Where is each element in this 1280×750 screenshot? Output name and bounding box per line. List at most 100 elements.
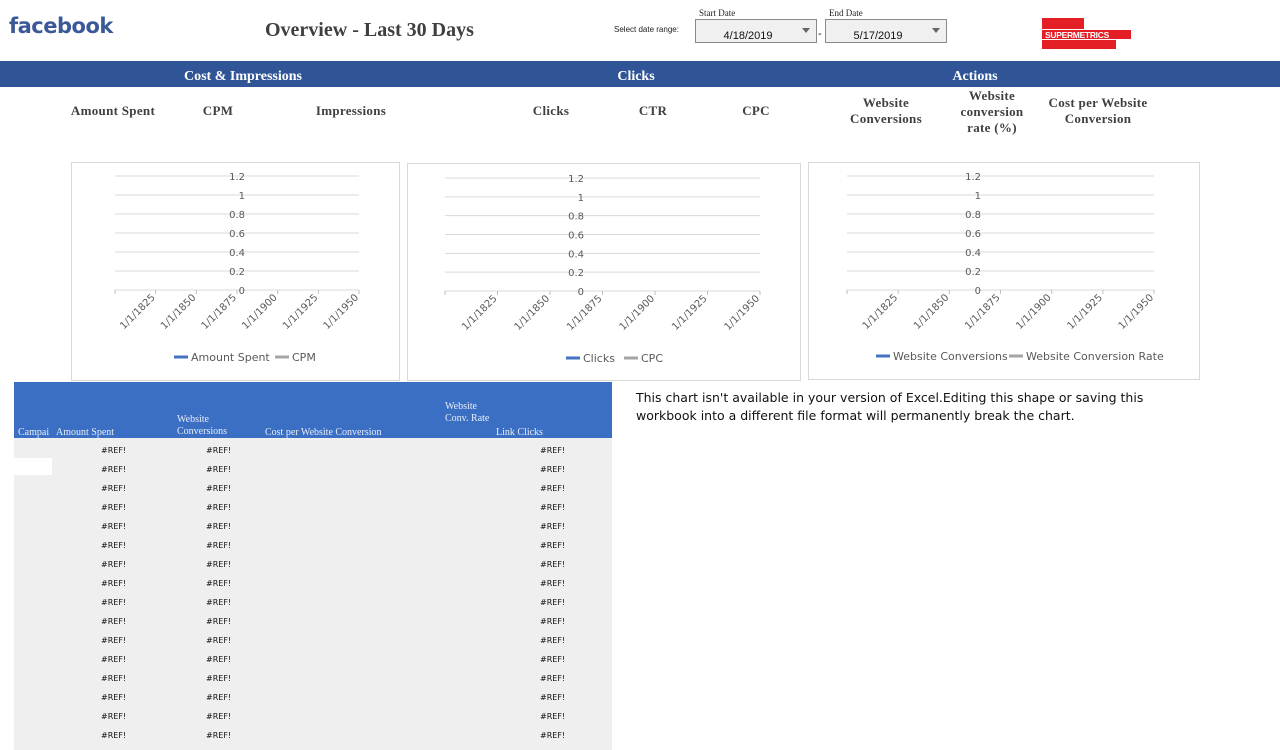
cell-link-clicks: #REF! <box>540 674 566 683</box>
x-tick-label: 1/1/1850 <box>912 292 952 332</box>
cell-link-clicks: #REF! <box>540 541 566 550</box>
legend-label: Website Conversion Rate <box>1026 350 1164 363</box>
cell-website-conversions: #REF! <box>206 617 232 626</box>
cell-website-conversions: #REF! <box>206 503 232 512</box>
cell-link-clicks: #REF! <box>540 655 566 664</box>
section-actions: Actions <box>952 69 998 84</box>
cell-amount-spent: #REF! <box>101 636 127 645</box>
cell-amount-spent: #REF! <box>101 712 127 721</box>
chevron-down-icon <box>932 28 940 33</box>
cell-website-conversions: #REF! <box>206 522 232 531</box>
cell-link-clicks: #REF! <box>540 617 566 626</box>
section-clicks: Clicks <box>617 69 655 84</box>
y-tick-label: 0 <box>239 286 245 297</box>
y-tick-label: 0 <box>975 286 981 297</box>
x-tick-label: 1/1/1950 <box>322 292 362 332</box>
y-tick-label: 1.2 <box>229 172 245 183</box>
cell-amount-spent: #REF! <box>101 693 127 702</box>
cell-website-conversions: #REF! <box>206 541 232 550</box>
cell-amount-spent: #REF! <box>101 731 127 740</box>
end-date-dropdown[interactable]: 5/17/2019 <box>825 19 947 43</box>
cell-website-conversions: #REF! <box>206 636 232 645</box>
x-tick-label: 1/1/1875 <box>200 292 240 332</box>
kpi-website-conversion-rate: Website conversion rate (%) <box>960 88 1024 135</box>
y-tick-label: 1 <box>975 191 981 202</box>
cell-link-clicks: #REF! <box>540 560 566 569</box>
chart-clicks[interactable]: 0 0.2 0.4 0.6 0.8 1 1.2 1/1/1825 1/1/1850 1/1/187… <box>407 163 801 381</box>
kpi-impressions: Impressions <box>315 103 387 118</box>
y-tick-label: 0.4 <box>568 249 584 260</box>
y-tick-label: 0.6 <box>568 231 584 242</box>
x-tick-label: 1/1/1875 <box>963 292 1003 332</box>
cell-website-conversions: #REF! <box>206 731 232 740</box>
cell-amount-spent: #REF! <box>101 560 127 569</box>
cell-website-conversions: #REF! <box>206 674 232 683</box>
y-tick-label: 0.4 <box>965 248 981 259</box>
x-tick-label: 1/1/1875 <box>565 293 605 333</box>
cell-link-clicks: #REF! <box>540 579 566 588</box>
x-tick-label: 1/1/1900 <box>240 292 280 332</box>
cell-website-conversions: #REF! <box>206 655 232 664</box>
supermetrics-logo: SUPERMETRICS <box>1042 18 1132 50</box>
x-tick-label: 1/1/1925 <box>281 292 321 332</box>
date-range-label: Select date range: <box>614 25 679 34</box>
cell-link-clicks: #REF! <box>540 522 566 531</box>
cell-website-conversions: #REF! <box>206 446 232 455</box>
cell-amount-spent: #REF! <box>101 541 127 550</box>
legend-label: Website Conversions <box>893 350 1008 363</box>
kpi-ctr: CTR <box>638 103 668 118</box>
y-tick-label: 0.8 <box>229 210 245 221</box>
cell-link-clicks: #REF! <box>540 712 566 721</box>
chevron-down-icon <box>802 28 810 33</box>
x-tick-label: 1/1/1900 <box>1014 292 1054 332</box>
chart-actions[interactable]: 0 0.2 0.4 0.6 0.8 1 1.2 1/1/1825 1/1/1850 1/1/187… <box>808 162 1200 380</box>
legend-label: CPM <box>292 351 316 364</box>
chart-unavailable-notice: This chart isn't available in your versi… <box>636 390 1144 423</box>
start-date-value: 4/18/2019 <box>723 30 773 42</box>
chart-svg: 0 0.2 0.4 0.6 0.8 1 1.2 1/1/1825 1/1/1850 1/1/187… <box>846 172 1164 363</box>
y-tick-label: 1 <box>239 191 245 202</box>
x-tick-label: 1/1/1850 <box>513 293 553 333</box>
kpi-clicks: Clicks <box>532 103 570 118</box>
kpi-cost-per-website-conversion: Cost per Website Conversion <box>1048 95 1148 126</box>
x-tick-label: 1/1/1925 <box>1065 292 1105 332</box>
x-tick-label: 1/1/1825 <box>460 293 500 333</box>
y-tick-label: 0.2 <box>568 268 584 279</box>
cell-website-conversions: #REF! <box>206 693 232 702</box>
y-tick-label: 0 <box>578 287 584 298</box>
cell-website-conversions: #REF! <box>206 484 232 493</box>
cell-amount-spent: #REF! <box>101 579 127 588</box>
col-website-conv-rate[interactable]: Website Conv. Rate <box>445 401 491 425</box>
start-date-caption: Start Date <box>699 8 736 18</box>
kpi-website-conversions: Website Conversions <box>850 95 922 126</box>
section-cost-impressions: Cost & Impressions <box>184 69 302 84</box>
cell-amount-spent: #REF! <box>101 617 127 626</box>
kpi-amount-spent: Amount Spent <box>70 103 156 118</box>
cell-amount-spent: #REF! <box>101 484 127 493</box>
x-tick-label: 1/1/1850 <box>159 292 199 332</box>
cell-link-clicks: #REF! <box>540 693 566 702</box>
y-tick-label: 0.4 <box>229 248 245 259</box>
legend-label: CPC <box>641 352 663 365</box>
y-tick-label: 0.6 <box>229 229 245 240</box>
supermetrics-logo-text: SUPERMETRICS <box>1045 30 1110 40</box>
chart-cost-impressions[interactable]: 0 0.2 0.4 0.6 0.8 1 1.2 1/1/1825 1/1/1850 1/1/187… <box>71 162 400 381</box>
col-website-conversions[interactable]: Website Conversions <box>177 414 241 438</box>
cell-amount-spent: #REF! <box>101 655 127 664</box>
cell-amount-spent: #REF! <box>101 674 127 683</box>
cell-link-clicks: #REF! <box>540 465 566 474</box>
x-tick-label: 1/1/1950 <box>1117 292 1157 332</box>
selected-cell[interactable] <box>14 458 52 475</box>
end-date-value: 5/17/2019 <box>853 30 903 42</box>
y-tick-label: 0.2 <box>229 267 245 278</box>
y-tick-label: 0.8 <box>568 212 584 223</box>
cell-website-conversions: #REF! <box>206 579 232 588</box>
x-tick-label: 1/1/1900 <box>618 293 658 333</box>
cell-link-clicks: #REF! <box>540 503 566 512</box>
cell-amount-spent: #REF! <box>101 446 127 455</box>
cell-website-conversions: #REF! <box>206 465 232 474</box>
x-tick-label: 1/1/1825 <box>118 292 158 332</box>
start-date-dropdown[interactable]: 4/18/2019 <box>695 19 817 43</box>
cell-link-clicks: #REF! <box>540 636 566 645</box>
facebook-logo: facebook <box>9 14 113 38</box>
